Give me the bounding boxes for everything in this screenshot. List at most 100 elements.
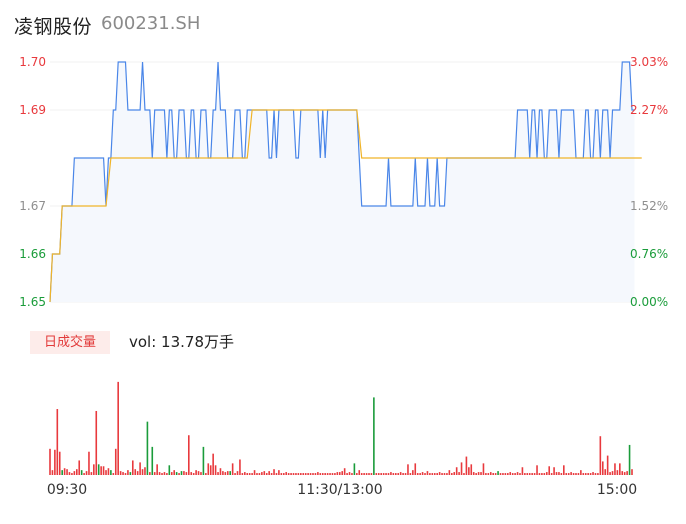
volume-bar-88 [263, 471, 266, 475]
volume-bar-48 [166, 473, 168, 475]
volume-bar-143 [397, 473, 400, 475]
volume-bars [49, 381, 633, 475]
volume-bar-123 [348, 472, 351, 475]
volume-bar-6 [63, 468, 66, 475]
volume-bar-83 [251, 473, 253, 475]
volume-bar-212 [565, 473, 568, 475]
volume-bar-99 [290, 473, 292, 475]
volume-bar-235 [621, 471, 624, 475]
volume-bar-63 [202, 446, 205, 475]
right-tick-label-2: 1.52% [630, 199, 668, 213]
volume-bar-226 [599, 436, 602, 475]
volume-bar-128 [360, 473, 363, 475]
volume-bar-2 [54, 449, 56, 475]
volume-bar-57 [188, 435, 190, 475]
volume-bar-193 [519, 473, 521, 475]
volume-bar-180 [487, 473, 490, 475]
volume-bar-50 [170, 472, 173, 475]
left-tick-label-0: 1.70 [19, 55, 46, 69]
volume-bar-157 [431, 473, 434, 475]
volume-bar-187 [504, 473, 507, 475]
volume-bar-67 [212, 453, 214, 475]
volume-bar-111 [319, 473, 322, 475]
volume-bar-155 [426, 471, 429, 475]
volume-bar-93 [275, 473, 278, 475]
volume-bar-142 [394, 473, 397, 475]
volume-bar-102 [297, 473, 300, 475]
volume-bar-47 [163, 472, 166, 475]
volume-bar-91 [270, 473, 273, 475]
volume-bar-117 [334, 473, 336, 475]
volume-bar-166 [453, 472, 456, 475]
volume-bar-82 [248, 473, 251, 475]
volume-bar-1 [51, 470, 54, 475]
volume-bar-173 [470, 464, 473, 475]
volume-bar-42 [151, 446, 154, 475]
volume-bar-199 [533, 473, 536, 475]
right-tick-label-4: 0.00% [630, 295, 668, 309]
volume-bar-9 [71, 473, 73, 475]
volume-bar-70 [219, 468, 222, 475]
volume-bar-224 [594, 473, 597, 475]
volume-bar-234 [619, 463, 621, 475]
volume-bar-225 [597, 473, 599, 475]
volume-bar-227 [601, 461, 604, 475]
volume-bar-87 [261, 472, 263, 475]
volume-bar-110 [317, 472, 319, 475]
volume-bar-34 [131, 460, 134, 475]
volume-bar-105 [304, 473, 307, 475]
volume-bar-211 [563, 465, 565, 475]
volume-bar-195 [524, 473, 526, 475]
volume-bar-4 [58, 451, 61, 475]
volume-bar-192 [516, 472, 519, 475]
volume-bar-62 [200, 472, 202, 475]
time-axis: 09:30 11:30/13:00 15:00 [47, 482, 637, 498]
volume-bar-106 [307, 473, 309, 475]
volume-bar-182 [492, 473, 494, 475]
left-price-axis: 1.70 1.69 1.67 1.66 1.65 [19, 55, 46, 309]
volume-bar-133 [373, 397, 375, 475]
volume-bar-13 [80, 470, 83, 475]
volume-bar-78 [239, 459, 241, 475]
volume-bar-186 [502, 473, 504, 475]
volume-bar-38 [141, 469, 144, 475]
volume-bar-230 [609, 472, 611, 475]
volume-bar-31 [124, 473, 127, 475]
time-label-1: 11:30/13:00 [297, 482, 382, 498]
volume-bar-132 [370, 473, 373, 475]
volume-bar-162 [443, 473, 446, 475]
volume-bar-127 [358, 470, 361, 475]
volume-bar-95 [280, 473, 283, 475]
volume-bar-215 [572, 473, 575, 475]
volume-bar-174 [472, 472, 475, 475]
volume-bar-103 [300, 473, 302, 475]
volume-bar-194 [521, 467, 524, 475]
volume-bar-61 [197, 471, 200, 475]
volume-bar-121 [343, 468, 346, 475]
volume-tab[interactable]: 日成交量 [30, 331, 110, 354]
time-label-2: 15:00 [597, 482, 637, 498]
volume-bar-205 [548, 466, 551, 475]
volume-bar-125 [353, 463, 356, 475]
volume-bar-236 [623, 472, 626, 475]
volume-bar-149 [412, 470, 414, 475]
volume-bar-200 [536, 465, 538, 475]
volume-bar-188 [507, 473, 509, 475]
volume-bar-79 [241, 473, 244, 475]
volume-bar-144 [399, 472, 402, 475]
volume-bar-72 [224, 472, 227, 475]
volume-bar-44 [156, 464, 158, 475]
volume-bar-53 [178, 473, 180, 475]
volume-bar-172 [468, 467, 470, 475]
volume-bar-101 [295, 473, 297, 475]
volume-bar-198 [531, 473, 533, 475]
volume-bar-92 [273, 469, 275, 475]
volume-bar-148 [409, 473, 412, 475]
volume-bar-45 [158, 472, 161, 475]
volume-bar-232 [614, 463, 616, 475]
volume-bar-216 [575, 473, 577, 475]
volume-bar-66 [209, 465, 212, 475]
volume-bar-12 [78, 460, 81, 475]
volume-bar-23 [105, 470, 107, 475]
volume-bar-21 [100, 466, 102, 475]
